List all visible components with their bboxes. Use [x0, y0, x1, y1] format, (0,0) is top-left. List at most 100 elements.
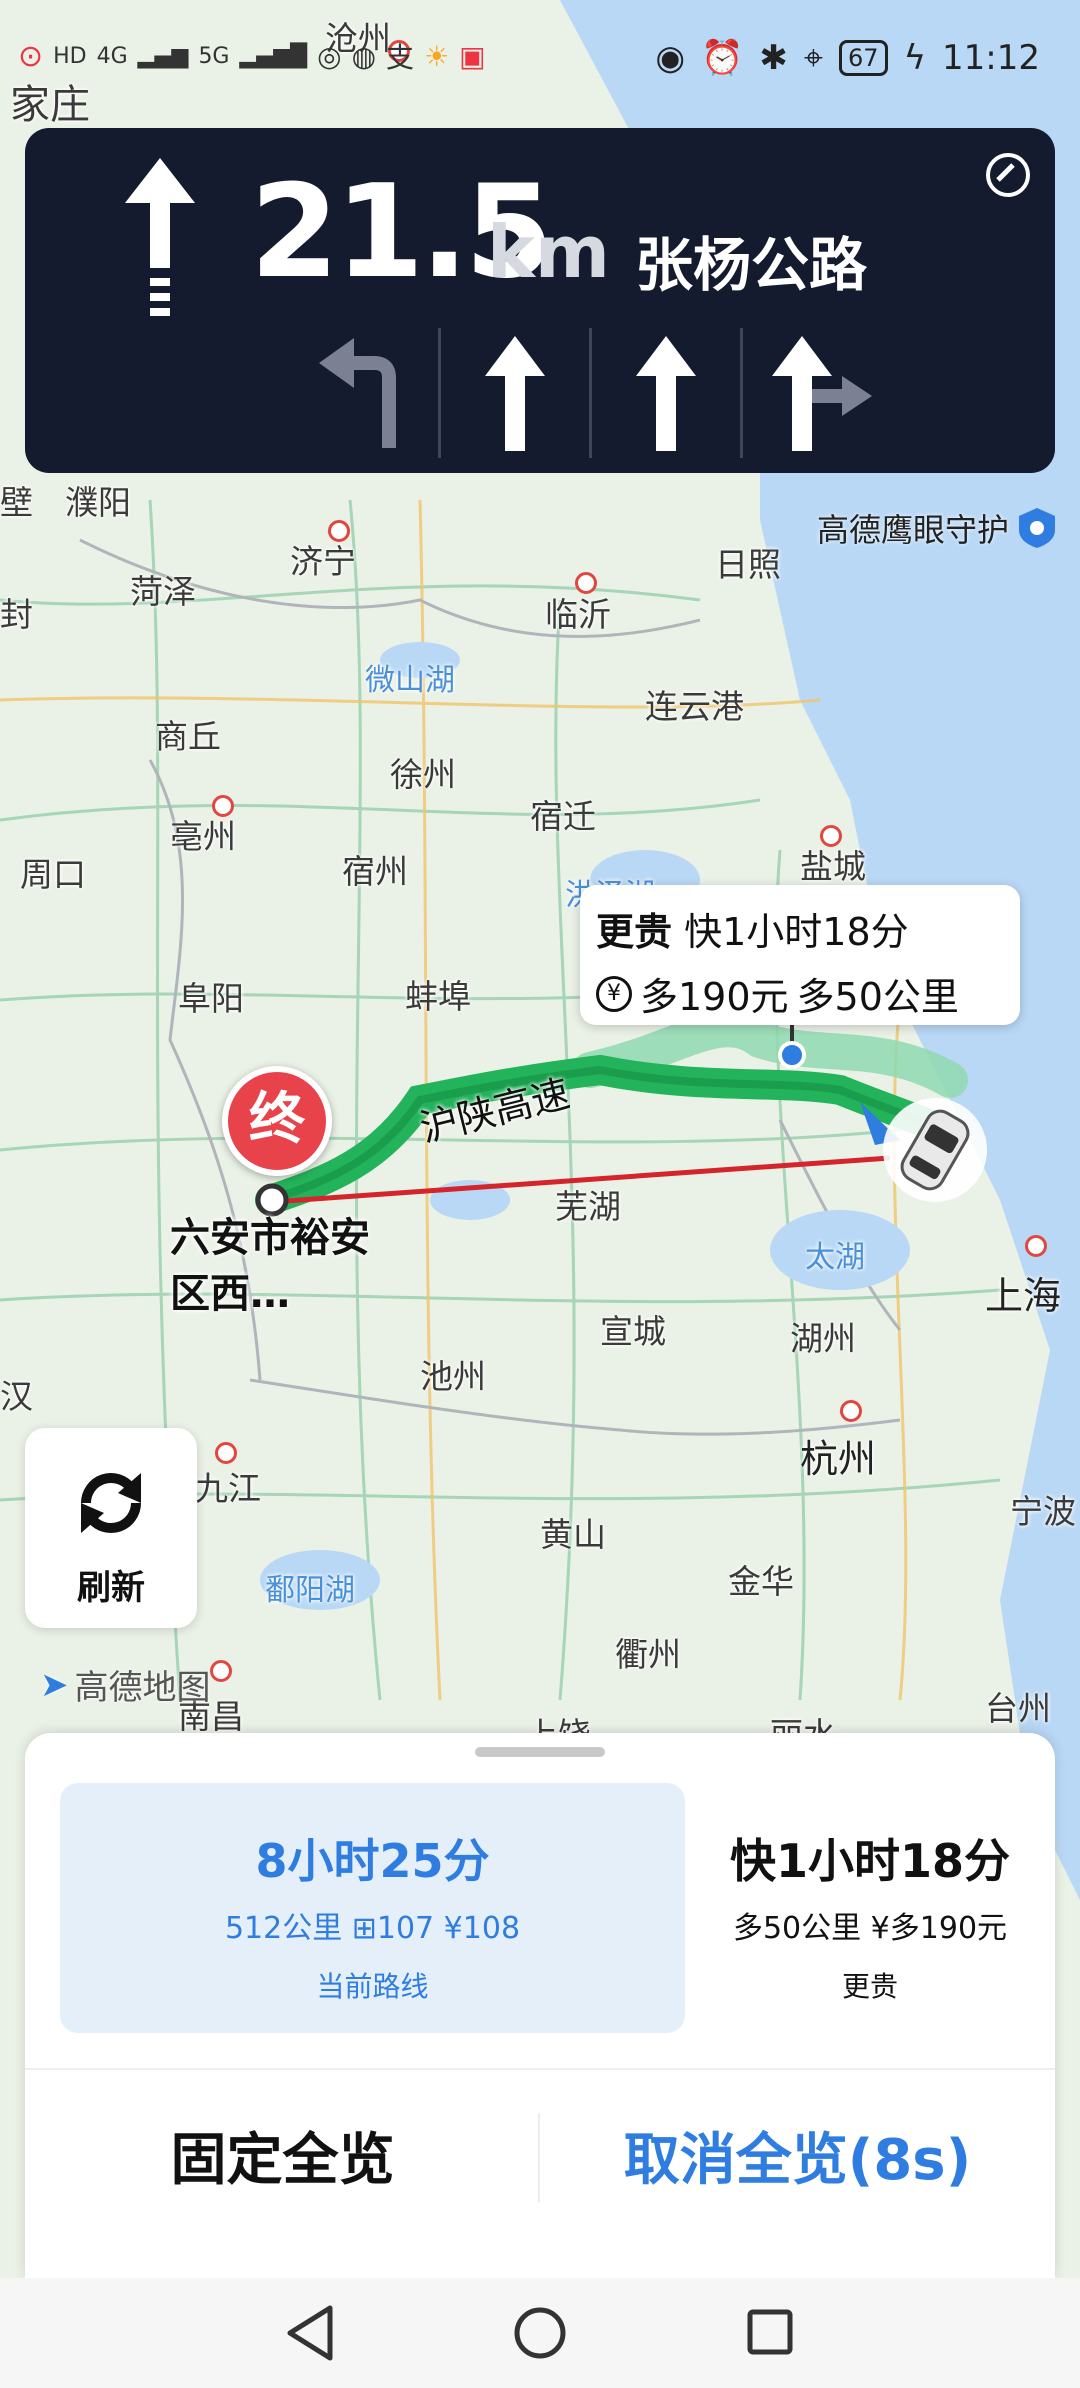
charging-icon: ϟ — [903, 38, 927, 78]
city-dot — [840, 1400, 862, 1422]
callout-cost: 多190元 — [640, 975, 789, 1019]
alarm-icon: ⏰ — [701, 38, 744, 78]
lane-straight — [589, 328, 740, 458]
map-label: 阜阳 — [178, 979, 244, 1018]
map-label-water: 微山湖 — [365, 663, 455, 698]
map-label: 黄山 — [540, 1515, 606, 1554]
map-label: 周口 — [20, 855, 86, 894]
map-label: 亳州 — [170, 817, 236, 856]
navigation-card[interactable]: 21.5 km 张杨公路 — [25, 128, 1055, 473]
battery-indicator: 67 — [839, 40, 888, 76]
map-label: 台州 — [985, 1689, 1051, 1728]
road-name: 张杨公路 — [635, 231, 868, 299]
map-label: 徐州 — [390, 755, 456, 794]
city-dot — [820, 825, 842, 847]
alt-route-callout[interactable]: 更贵 快1小时18分 ¥ 多190元 多50公里 — [580, 885, 1020, 1025]
map-label: 宿迁 — [530, 797, 596, 836]
lane-straight — [438, 328, 589, 458]
refresh-button[interactable]: 刷新 — [25, 1428, 197, 1628]
map-label: 汉 — [0, 1377, 33, 1416]
map-label: 盐城 — [800, 847, 866, 886]
refresh-label: 刷新 — [77, 1568, 145, 1608]
eye-icon: ◉ — [655, 38, 686, 78]
system-nav-bar — [0, 2278, 1080, 2388]
map-label: 湖州 — [790, 1319, 856, 1358]
wifi-icon: ◎ — [317, 39, 342, 73]
map-label: 九江 — [195, 1469, 261, 1508]
map-label: 菏泽 — [130, 572, 196, 611]
map-label: 杭州 — [800, 1437, 877, 1481]
destination-label: 六安市裕安区西… — [170, 1215, 370, 1317]
map-label: 宣城 — [600, 1312, 666, 1351]
city-dot — [575, 572, 597, 594]
route-meta: 512公里 ⊞107 ¥108 — [224, 1911, 521, 1946]
route-tag: 当前路线 — [316, 1970, 429, 2003]
refresh-icon — [81, 1473, 141, 1533]
yen-icon: ¥ — [596, 975, 632, 1012]
city-dot — [215, 1442, 237, 1464]
map-label: 上海 — [985, 1274, 1062, 1318]
home-icon[interactable] — [510, 2298, 570, 2368]
map-label: 池州 — [420, 1357, 486, 1396]
city-dot — [210, 1660, 232, 1682]
map-label: 宁波 — [1010, 1492, 1076, 1531]
eagle-eye-label: 高德鹰眼守护 — [816, 511, 1009, 549]
end-marker[interactable]: 终 — [222, 1066, 332, 1176]
notification-icon: ⊙ — [18, 38, 44, 74]
map-label: 连云港 — [645, 687, 744, 726]
map-label: 日照 — [715, 545, 781, 584]
route-time: 8小时25分 — [255, 1834, 490, 1888]
recents-icon[interactable] — [740, 2298, 800, 2368]
map-label: 商丘 — [155, 717, 221, 756]
shield-icon — [1019, 508, 1055, 548]
city-dot — [212, 795, 234, 817]
route-sheet[interactable]: 8小时25分 512公里 ⊞107 ¥108 当前路线 快1小时18分 多50公… — [25, 1733, 1055, 2278]
status-bar: ⊙ HD 4G ▂▄▆ 5G ▂▄▆█ ◎ ◍ 支 ☀ ▣ ◉ ⏰ ✱ ⌖ 67… — [0, 30, 1080, 100]
eagle-eye-guard[interactable]: 高德鹰眼守护 — [817, 505, 1055, 551]
app-icon: ◍ — [351, 39, 377, 73]
map-label: 蚌埠 — [405, 977, 471, 1016]
route-meta: 多50公里 ¥多190元 — [732, 1911, 1008, 1946]
straight-right-arrow-icon — [772, 335, 872, 451]
map-label: 金华 — [728, 1562, 794, 1601]
signal-icon: ▂▄▆ — [137, 43, 189, 69]
broadcast-icon[interactable] — [983, 150, 1033, 200]
alipay-icon: 支 — [386, 41, 415, 74]
map-label: 濮阳 — [65, 483, 131, 522]
map-label: 衢州 — [615, 1635, 681, 1674]
callout-line1: 更贵 快1小时18分 — [596, 901, 1004, 956]
callout-line2: ¥ 多190元 多50公里 — [596, 966, 1004, 1021]
straight-arrow-icon — [125, 158, 195, 316]
map-label: 芜湖 — [555, 1187, 621, 1226]
callout-tag: 更贵 — [596, 910, 673, 954]
callout-distance: 多50公里 — [796, 975, 959, 1019]
drag-handle[interactable] — [475, 1747, 605, 1757]
lane-guide — [290, 328, 891, 458]
bluetooth-icon: ✱ — [759, 38, 788, 78]
map-label: 壁 — [0, 483, 33, 522]
fixed-overview-button[interactable]: 固定全览 — [25, 2070, 540, 2240]
status-right: ◉ ⏰ ✱ ⌖ 67 ϟ 11:12 — [655, 38, 1040, 78]
hd-indicator: HD — [53, 43, 87, 69]
map-label: 济宁 — [290, 542, 356, 581]
left-turn-arrow-icon — [319, 338, 396, 448]
route-tag: 更贵 — [841, 1970, 898, 2003]
signal-icon: ▂▄▆█ — [239, 43, 308, 69]
network-4g: 4G — [96, 43, 128, 69]
route-option-alt[interactable]: 快1小时18分 多50公里 ¥多190元 更贵 — [685, 1783, 1055, 2033]
network-5g: 5G — [198, 43, 230, 69]
straight-lane-arrow-icon — [636, 335, 696, 451]
city-dot — [1025, 1235, 1047, 1257]
map-label: 临沂 — [545, 595, 611, 634]
route-option-current[interactable]: 8小时25分 512公里 ⊞107 ¥108 当前路线 — [60, 1783, 685, 2033]
map-label-water: 太湖 — [805, 1240, 865, 1275]
distance-unit: km — [487, 210, 610, 294]
cancel-overview-button[interactable]: 取消全览(8s) — [540, 2070, 1055, 2240]
back-icon[interactable] — [280, 2298, 340, 2368]
callout-time: 快1小时18分 — [684, 910, 909, 954]
location-icon: ⌖ — [803, 38, 824, 78]
amap-logo: ➤ 高德地图 — [40, 1660, 211, 1709]
amap-logo-text: 高德地图 — [74, 1668, 211, 1708]
map-label: 封 — [0, 595, 33, 634]
amap-logo-icon: ➤ — [40, 1664, 69, 1705]
